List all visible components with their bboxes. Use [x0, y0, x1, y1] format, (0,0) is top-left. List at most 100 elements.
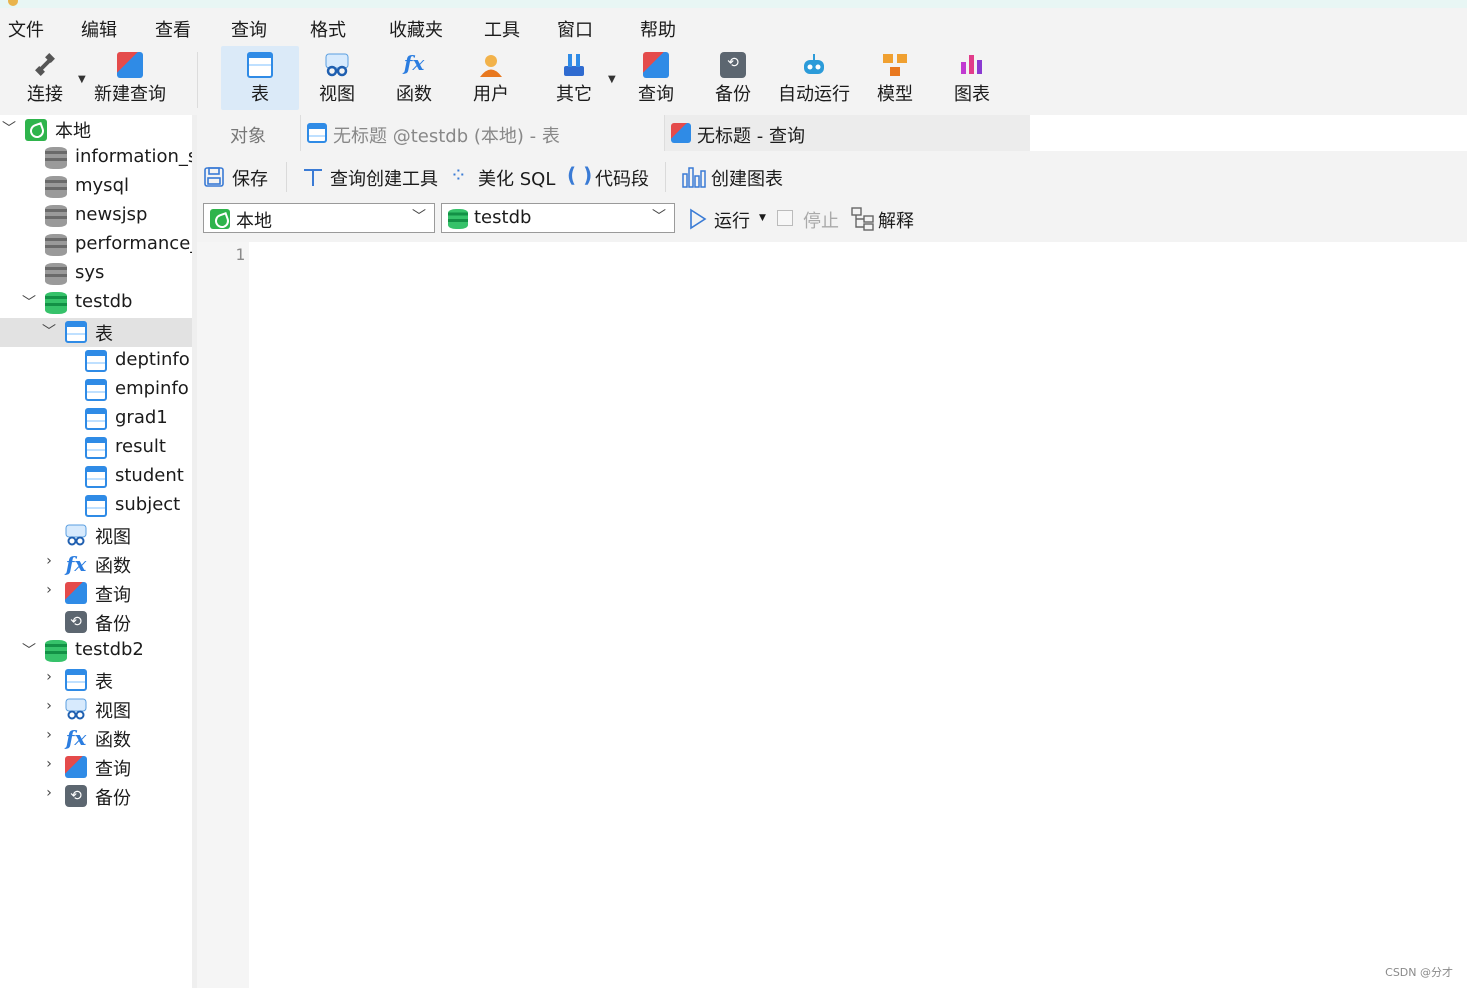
toolbar-divider — [197, 52, 198, 108]
database-select[interactable]: testdb ﹀ — [441, 203, 675, 233]
auto-run-button[interactable]: 自动运行 — [776, 46, 852, 110]
menu-query[interactable]: 查询 — [231, 16, 267, 42]
tree-table-empinfo[interactable]: empinfo — [0, 376, 192, 405]
tree-testdb-backups[interactable]: ⟲ 备份 — [0, 608, 192, 637]
query-button[interactable]: 查询 — [624, 46, 688, 110]
tree-db-sys[interactable]: sys — [0, 260, 192, 289]
chevron-down-icon[interactable]: ﹀ — [42, 321, 56, 341]
run-label: 运行 — [714, 211, 750, 232]
tree-table-deptinfo[interactable]: deptinfo — [0, 347, 192, 376]
backup-button[interactable]: ⟲ 备份 — [701, 46, 765, 110]
model-button[interactable]: 模型 — [863, 46, 927, 110]
menu-help[interactable]: 帮助 — [640, 16, 676, 42]
table-button[interactable]: 表 — [221, 46, 299, 110]
other-label: 其它 — [556, 84, 592, 105]
tree-testdb2-functions[interactable]: › fx 函数 — [0, 724, 192, 753]
tree-label: 视图 — [95, 527, 131, 548]
menu-favorites[interactable]: 收藏夹 — [389, 16, 443, 42]
model-icon — [883, 54, 907, 76]
database-icon — [45, 176, 67, 198]
tree-table-student[interactable]: student — [0, 463, 192, 492]
chart-button[interactable]: 图表 — [940, 46, 1004, 110]
chevron-right-icon[interactable]: › — [42, 553, 56, 569]
tab-label: 无标题 @testdb (本地) - 表 — [333, 126, 560, 147]
tree-testdb2-queries[interactable]: › 查询 — [0, 753, 192, 782]
tree-label: grad1 — [115, 407, 168, 428]
tree-label: 视图 — [95, 701, 131, 722]
function-button[interactable]: fx 函数 — [382, 46, 446, 110]
chevron-right-icon[interactable]: › — [42, 727, 56, 743]
menu-tools[interactable]: 工具 — [484, 16, 520, 42]
watermark: CSDN @分才 — [1385, 966, 1453, 979]
tree-testdb-functions[interactable]: › fx 函数 — [0, 550, 192, 579]
bar-chart-icon — [682, 167, 706, 188]
menu-bar: 文件 编辑 查看 查询 格式 收藏夹 工具 窗口 帮助 — [0, 8, 1467, 46]
menu-edit[interactable]: 编辑 — [81, 16, 117, 42]
tree-db-mysql[interactable]: mysql — [0, 173, 192, 202]
tab-label: 对象 — [230, 126, 266, 147]
chart-icon — [961, 55, 982, 74]
editor-toolbar: 保存 查询创建工具 ⁘ 美化 SQL ( ) 代码段 创建图表 本地 ﹀ tes… — [197, 151, 1467, 242]
connect-dropdown-caret[interactable]: ▼ — [78, 74, 86, 85]
navigation-tree: ﹀ 本地 information_s mysql newsjsp perform… — [0, 115, 192, 988]
tree-testdb2-backups[interactable]: › ⟲ 备份 — [0, 782, 192, 811]
tree-db-testdb2[interactable]: ﹀ testdb2 — [0, 637, 192, 666]
main-toolbar: 连接 ▼ 新建查询 表 视图 fx 函数 用户 其它 ▼ 查询 ⟲ 备份 自动运… — [0, 46, 1467, 115]
tree-db-information-schema[interactable]: information_s — [0, 144, 192, 173]
table-icon — [247, 52, 273, 78]
tree-label: result — [115, 436, 166, 457]
connection-select[interactable]: 本地 ﹀ — [203, 203, 435, 233]
query-icon — [671, 123, 691, 143]
chevron-right-icon[interactable]: › — [42, 582, 56, 598]
tree-table-subject[interactable]: subject — [0, 492, 192, 521]
table-icon — [85, 350, 107, 372]
tree-table-grad1[interactable]: grad1 — [0, 405, 192, 434]
sql-editor[interactable] — [249, 242, 1467, 988]
menu-format[interactable]: 格式 — [310, 16, 346, 42]
tree-connection-local[interactable]: ﹀ 本地 — [0, 115, 192, 144]
chevron-right-icon[interactable]: › — [42, 698, 56, 714]
save-label: 保存 — [232, 169, 268, 190]
chevron-down-icon[interactable]: ﹀ — [22, 292, 36, 312]
chevron-right-icon[interactable]: › — [42, 669, 56, 685]
tools-icon — [564, 54, 584, 76]
user-button[interactable]: 用户 — [459, 46, 523, 110]
connect-button[interactable]: 连接 — [20, 46, 70, 110]
other-dropdown-caret[interactable]: ▼ — [608, 74, 616, 85]
stop-label: 停止 — [803, 211, 839, 232]
tab-query[interactable]: 无标题 - 查询 — [664, 115, 1030, 151]
view-button[interactable]: 视图 — [305, 46, 369, 110]
tab-bar: 对象 无标题 @testdb (本地) - 表 无标题 - 查询 — [197, 115, 1467, 151]
menu-view[interactable]: 查看 — [155, 16, 191, 42]
view-icon — [65, 524, 87, 546]
tree-testdb-queries[interactable]: › 查询 — [0, 579, 192, 608]
tree-table-result[interactable]: result — [0, 434, 192, 463]
query-icon — [643, 52, 669, 78]
tree-testdb-tables[interactable]: ﹀ 表 — [0, 318, 192, 347]
chevron-down-icon[interactable]: ﹀ — [22, 640, 36, 660]
database-icon — [448, 209, 468, 229]
tree-testdb2-tables[interactable]: › 表 — [0, 666, 192, 695]
tree-label: 备份 — [95, 788, 131, 809]
tree-testdb2-views[interactable]: › 视图 — [0, 695, 192, 724]
connection-icon — [25, 119, 47, 141]
tree-testdb-views[interactable]: 视图 — [0, 521, 192, 550]
tree-db-testdb[interactable]: ﹀ testdb — [0, 289, 192, 318]
menu-file[interactable]: 文件 — [8, 16, 44, 42]
menu-window[interactable]: 窗口 — [557, 16, 593, 42]
new-query-button[interactable]: 新建查询 — [90, 46, 170, 110]
tree-db-performance-schema[interactable]: performance_ — [0, 231, 192, 260]
tab-objects[interactable]: 对象 — [197, 115, 300, 151]
tree-label: 查询 — [95, 759, 131, 780]
tree-db-newsjsp[interactable]: newsjsp — [0, 202, 192, 231]
chevron-right-icon[interactable]: › — [42, 785, 56, 801]
user-icon — [480, 55, 502, 77]
chevron-down-icon[interactable]: ﹀ — [2, 118, 16, 138]
query-builder-label: 查询创建工具 — [330, 169, 438, 190]
run-dropdown-caret[interactable]: ▼ — [759, 213, 766, 223]
tree-label: empinfo — [115, 378, 189, 399]
tab-table-design[interactable]: 无标题 @testdb (本地) - 表 — [300, 115, 665, 151]
tree-label: information_s — [75, 146, 192, 167]
other-button[interactable]: 其它 — [542, 46, 606, 110]
chevron-right-icon[interactable]: › — [42, 756, 56, 772]
